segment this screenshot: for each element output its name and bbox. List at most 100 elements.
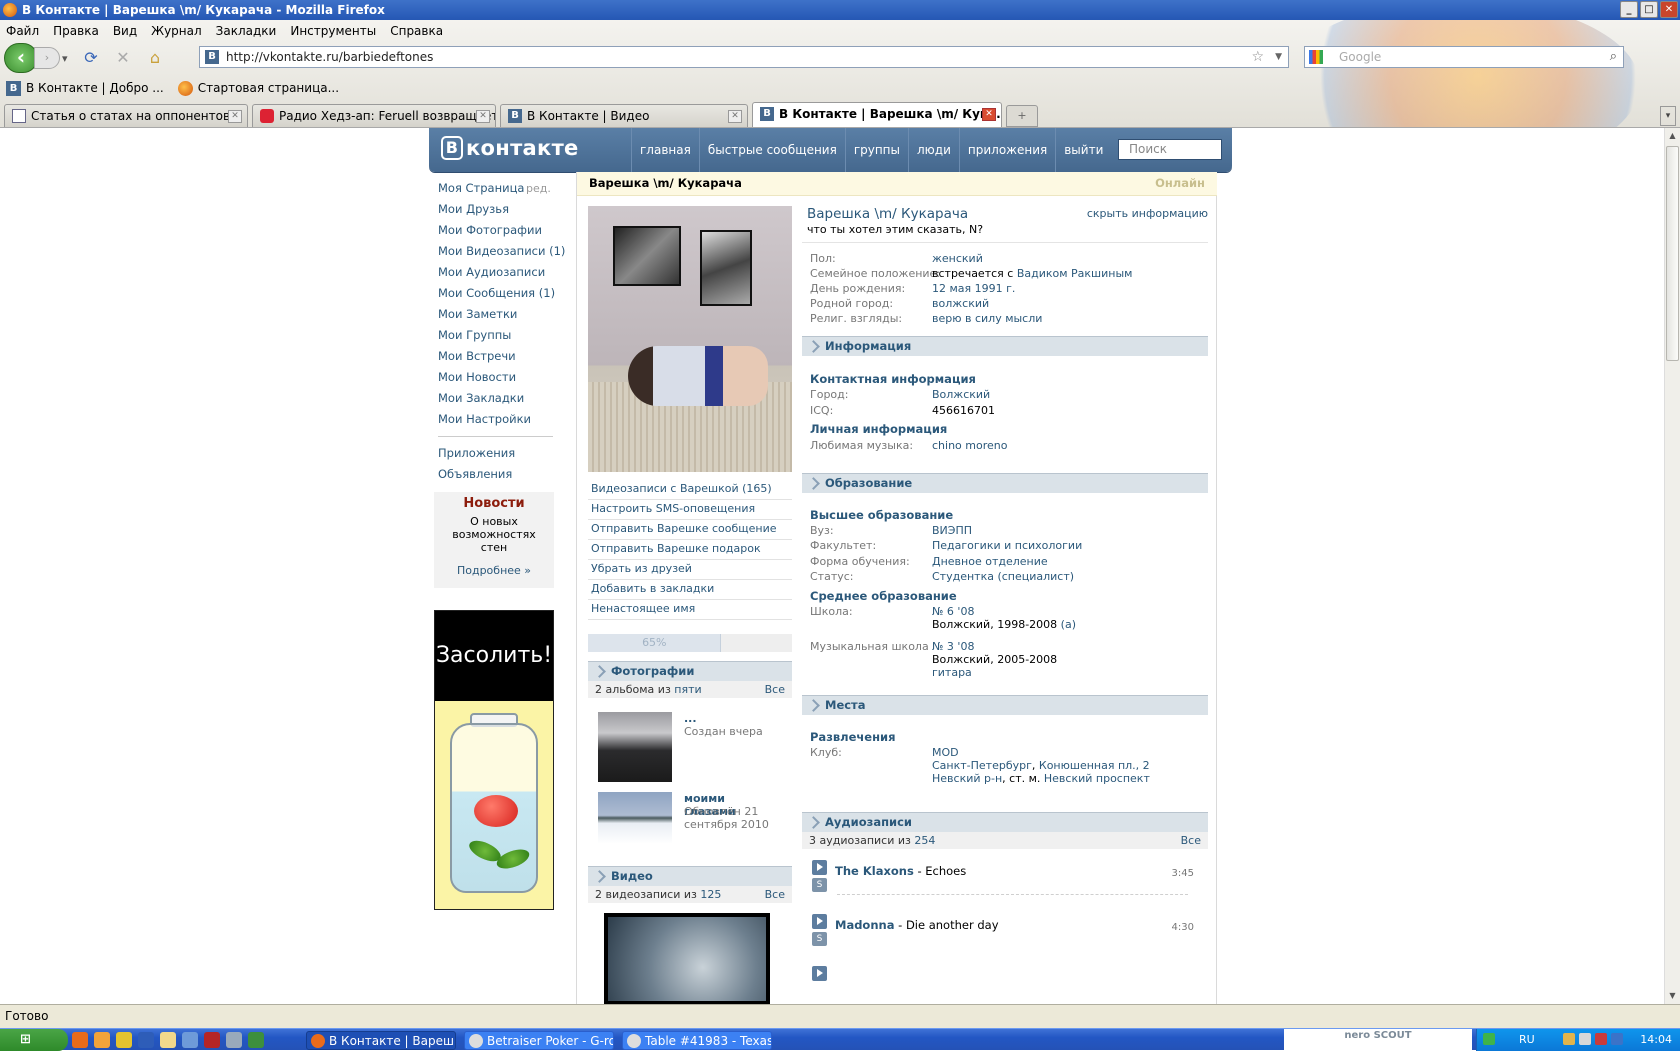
video-all-link[interactable]: Все bbox=[765, 886, 785, 903]
sidebar-item-videos[interactable]: Мои Видеозаписи (1) bbox=[438, 243, 565, 264]
info-value[interactable]: chino moreno bbox=[932, 439, 1007, 452]
action-remove-friend[interactable]: Убрать из друзей bbox=[588, 560, 792, 580]
sidebar-item-photos[interactable]: Мои Фотографии bbox=[438, 222, 553, 243]
info-value[interactable]: Студентка (специалист) bbox=[932, 570, 1074, 583]
audio-all-link[interactable]: Все bbox=[1181, 832, 1201, 849]
status-s-icon[interactable]: S bbox=[812, 932, 827, 946]
info-section-header[interactable]: Информация bbox=[802, 336, 1208, 356]
scroll-up-icon[interactable]: ▲ bbox=[1665, 128, 1680, 144]
info-value[interactable]: ВИЭПП bbox=[932, 524, 972, 537]
sidebar-item-friends[interactable]: Мои Друзья bbox=[438, 201, 553, 222]
menu-bookmarks[interactable]: Закладки bbox=[216, 24, 277, 38]
track-artist-link[interactable]: Madonna bbox=[835, 918, 894, 932]
info-value[interactable]: женский bbox=[932, 252, 983, 265]
sidebar-item-ads[interactable]: Объявления bbox=[438, 466, 553, 487]
action-send-message[interactable]: Отправить Варешке сообщение bbox=[588, 520, 792, 540]
tray-icon[interactable] bbox=[1579, 1033, 1591, 1045]
app-launch-icon[interactable] bbox=[204, 1032, 220, 1048]
edit-link[interactable]: ред. bbox=[526, 180, 551, 197]
scrollbar-thumb[interactable] bbox=[1666, 146, 1679, 361]
play-icon[interactable] bbox=[812, 914, 827, 929]
sidebar-item-settings[interactable]: Мои Настройки bbox=[438, 411, 553, 432]
poker-launch-icon[interactable] bbox=[226, 1032, 242, 1048]
sidebar-item-audio[interactable]: Мои Аудиозаписи bbox=[438, 264, 553, 285]
tab-vk-video[interactable]: B В Контакте | Видео ✕ bbox=[500, 104, 748, 127]
menu-tools[interactable]: Инструменты bbox=[290, 24, 376, 38]
menu-help[interactable]: Справка bbox=[390, 24, 443, 38]
video-section-header[interactable]: Видео bbox=[588, 866, 792, 886]
vk-logo[interactable]: Вконтакте bbox=[441, 136, 579, 160]
task-betraiser[interactable]: Betraiser Poker - G-ro... bbox=[464, 1031, 614, 1050]
nav-quick-messages[interactable]: быстрые сообщения bbox=[698, 128, 845, 172]
bookmark-vk[interactable]: B В Контакте | Добро ... bbox=[6, 80, 164, 96]
album-thumbnail[interactable] bbox=[598, 712, 672, 782]
close-tab-icon[interactable]: ✕ bbox=[476, 110, 490, 123]
places-section-header[interactable]: Места bbox=[802, 695, 1208, 715]
play-icon[interactable] bbox=[812, 966, 827, 981]
info-value[interactable]: № 6 '08 bbox=[932, 605, 974, 618]
sidebar-item-groups[interactable]: Мои Группы bbox=[438, 327, 553, 348]
tab-article[interactable]: Статья о статах на оппонентов. - Ро... ✕ bbox=[4, 104, 248, 127]
home-icon[interactable]: ⌂ bbox=[142, 46, 168, 70]
folder-launch-icon[interactable] bbox=[160, 1032, 176, 1048]
desktop-launch-icon[interactable] bbox=[182, 1032, 198, 1048]
info-value[interactable]: MOD bbox=[932, 746, 959, 759]
tab-radio[interactable]: Радио Хедз-ап: Feruell возвращается... ✕ bbox=[252, 104, 496, 127]
play-icon[interactable] bbox=[812, 860, 827, 875]
new-tab-button[interactable]: + bbox=[1006, 105, 1038, 127]
album-thumbnail[interactable] bbox=[598, 792, 672, 844]
bookmark-star-icon[interactable]: ☆ bbox=[1251, 47, 1264, 67]
task-firefox[interactable]: В Контакте | Варешк... bbox=[306, 1031, 456, 1050]
forward-button[interactable]: › bbox=[34, 47, 60, 69]
close-tab-icon[interactable]: ✕ bbox=[728, 110, 742, 123]
history-dropdown-icon[interactable]: ▾ bbox=[62, 52, 72, 65]
firefox-launch-icon[interactable] bbox=[72, 1032, 88, 1048]
album-name[interactable]: ... bbox=[684, 712, 697, 725]
action-fake-name[interactable]: Ненастоящее имя bbox=[588, 600, 792, 620]
news-more-link[interactable]: Подробнее » bbox=[434, 564, 554, 577]
status-s-icon[interactable]: S bbox=[812, 878, 827, 892]
start-button[interactable]: ⊞ bbox=[0, 1029, 68, 1051]
search-engine-box[interactable]: Google ⌕ bbox=[1304, 46, 1624, 68]
tray-icon[interactable] bbox=[1563, 1033, 1575, 1045]
nero-scout-banner[interactable]: nero SCOUT bbox=[1284, 1029, 1472, 1051]
nav-groups[interactable]: группы bbox=[844, 128, 908, 172]
video-count-link[interactable]: 125 bbox=[700, 888, 721, 901]
maximize-button[interactable]: □ bbox=[1640, 1, 1658, 18]
reload-icon[interactable]: ⟳ bbox=[78, 46, 104, 70]
track-artist-link[interactable]: The Klaxons bbox=[835, 864, 914, 878]
info-value[interactable]: верю в силу мысли bbox=[932, 312, 1042, 325]
info-value[interactable]: 12 мая 1991 г. bbox=[932, 282, 1015, 295]
album-item[interactable]: ... Создан вчера bbox=[598, 712, 778, 787]
menu-view[interactable]: Вид bbox=[113, 24, 137, 38]
messenger-launch-icon[interactable] bbox=[116, 1032, 132, 1048]
word-launch-icon[interactable] bbox=[138, 1032, 154, 1048]
language-indicator[interactable]: RU bbox=[1519, 1029, 1535, 1051]
photos-count-link[interactable]: пяти bbox=[674, 683, 701, 696]
sidebar-item-bookmarks[interactable]: Мои Закладки bbox=[438, 390, 553, 411]
arrow-tray-icon[interactable] bbox=[1483, 1033, 1495, 1045]
list-all-tabs-icon[interactable]: ▾ bbox=[1660, 106, 1676, 126]
info-value[interactable]: гитара bbox=[932, 666, 972, 679]
feed-launch-icon[interactable] bbox=[94, 1032, 110, 1048]
scroll-down-icon[interactable]: ▼ bbox=[1665, 988, 1680, 1004]
task-table[interactable]: Table #41983 - Texas... bbox=[622, 1031, 772, 1050]
info-value[interactable]: Педагогики и психологии bbox=[932, 539, 1082, 552]
sidebar-item-notes[interactable]: Мои Заметки bbox=[438, 306, 553, 327]
back-button[interactable]: ‹ bbox=[4, 43, 38, 73]
bookmark-start-page[interactable]: Стартовая страница... bbox=[177, 80, 339, 96]
education-section-header[interactable]: Образование bbox=[802, 473, 1208, 493]
action-videos-with-user[interactable]: Видеозаписи с Варешкой (165) bbox=[588, 480, 792, 500]
close-window-button[interactable]: ✕ bbox=[1660, 1, 1678, 18]
info-value[interactable]: волжский bbox=[932, 297, 989, 310]
city-link[interactable]: Санкт-Петербург bbox=[932, 759, 1032, 772]
metro-link[interactable]: Невский проспект bbox=[1044, 772, 1150, 785]
menu-edit[interactable]: Правка bbox=[53, 24, 99, 38]
info-value[interactable]: Дневное отделение bbox=[932, 555, 1048, 568]
stop-icon[interactable]: ✕ bbox=[110, 46, 136, 70]
school-class-link[interactable]: (а) bbox=[1061, 618, 1076, 631]
street-link[interactable]: Конюшенная пл., 2 bbox=[1039, 759, 1150, 772]
sidebar-item-applications[interactable]: Приложения bbox=[438, 445, 553, 466]
audio-count-link[interactable]: 254 bbox=[914, 834, 935, 847]
sidebar-item-my-page[interactable]: Моя Страница ред. bbox=[438, 180, 553, 201]
